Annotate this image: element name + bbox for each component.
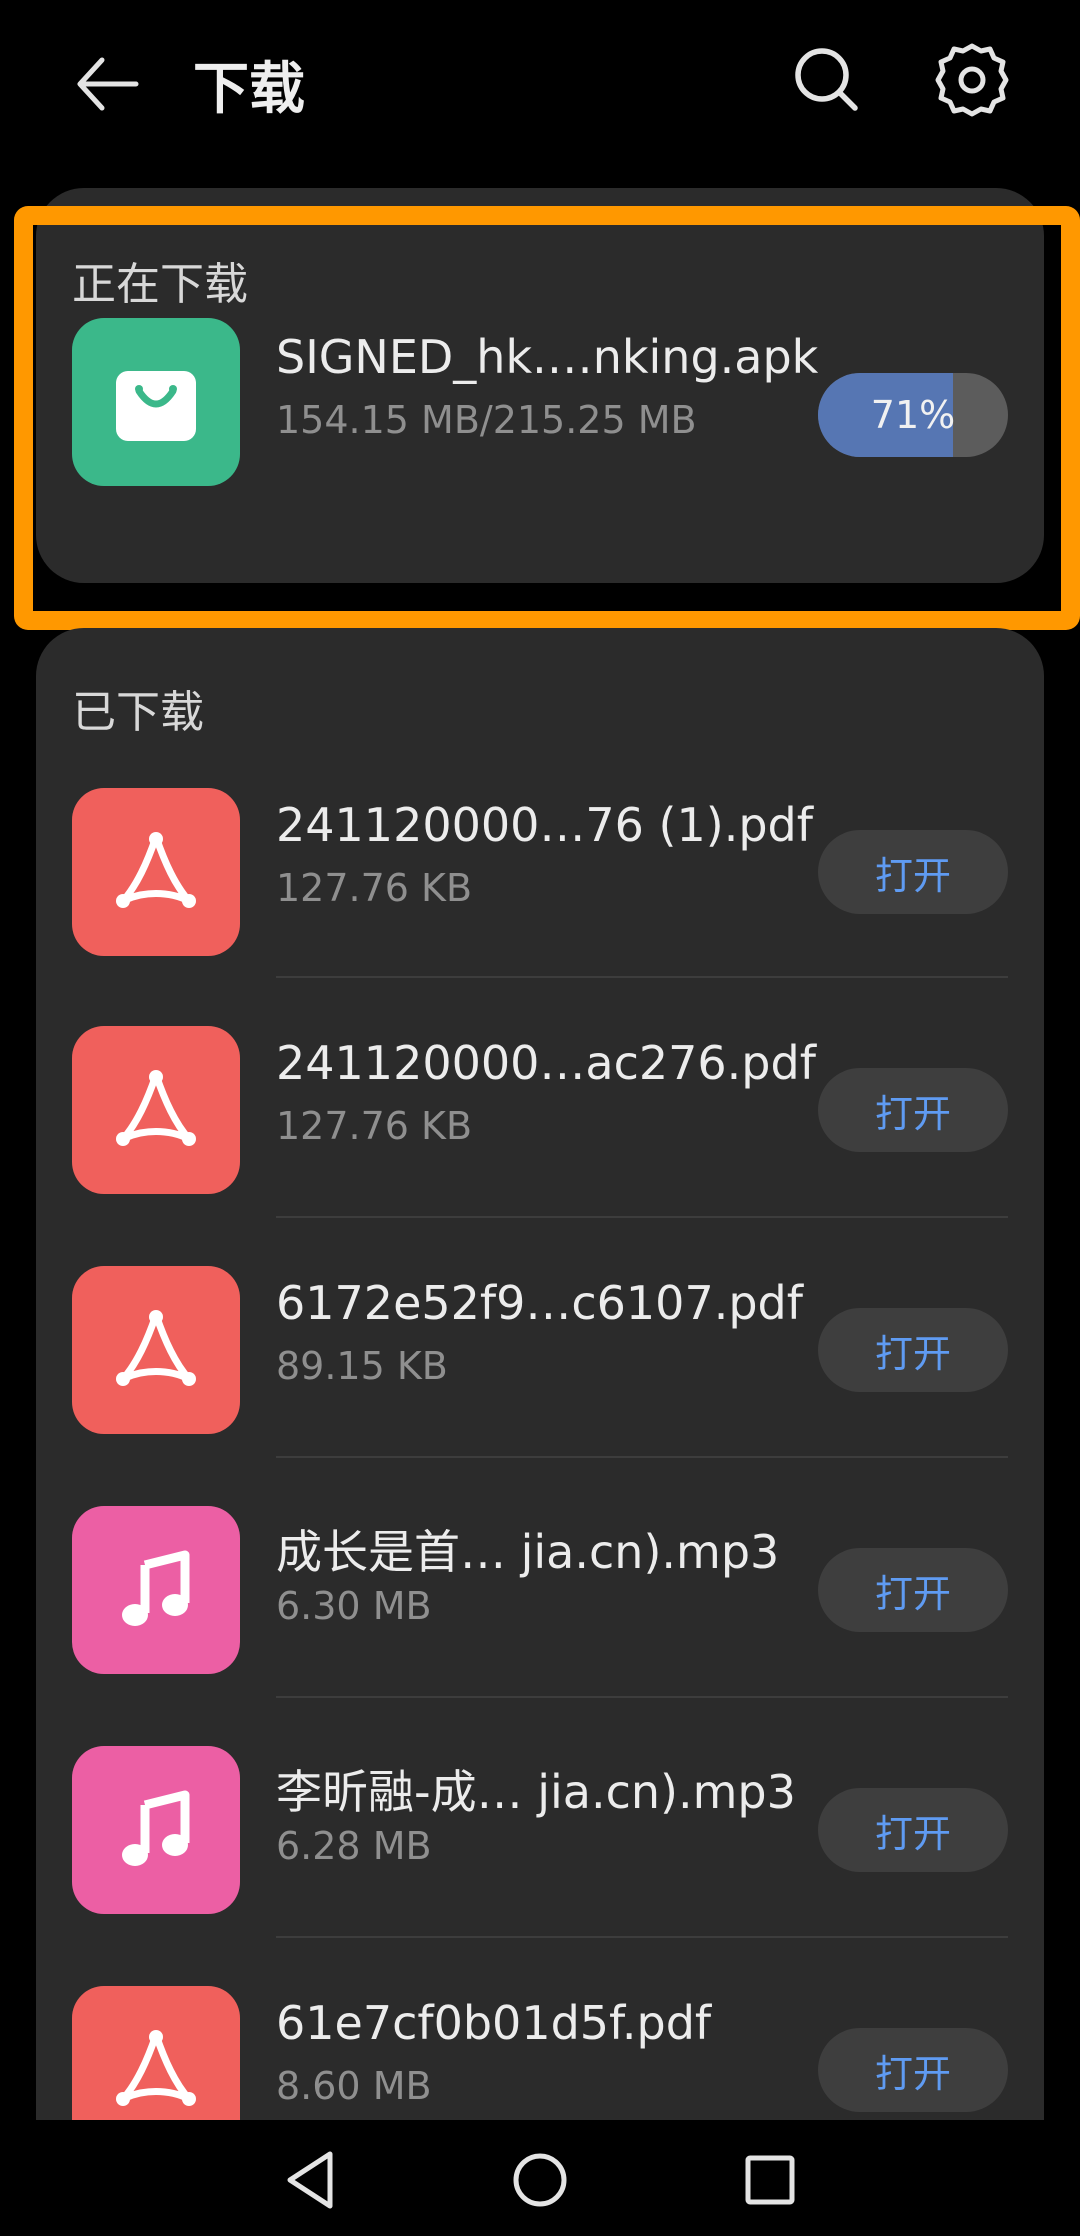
pdf-icon	[72, 1266, 240, 1434]
nav-recent-square-icon[interactable]	[730, 2140, 810, 2220]
search-icon[interactable]	[787, 40, 867, 120]
file-size: 89.15 KB	[276, 1344, 448, 1388]
file-size: 154.15 MB/215.25 MB	[276, 398, 697, 442]
list-item[interactable]: 241120000…ac276.pdf 127.76 KB 打开	[36, 978, 1044, 1218]
file-size: 8.60 MB	[276, 2064, 432, 2108]
downloads-screen: 下载 正在下载 SIGNED_hk.…nking.apk 154.15 MB/2…	[0, 0, 1080, 2236]
open-button[interactable]: 打开	[818, 1308, 1008, 1392]
list-item[interactable]: 成长是首… jia.cn).mp3 6.30 MB 打开	[36, 1458, 1044, 1698]
open-button[interactable]: 打开	[818, 1068, 1008, 1152]
downloading-item[interactable]: SIGNED_hk.…nking.apk 154.15 MB/215.25 MB…	[36, 298, 1044, 538]
downloading-section: 正在下载 SIGNED_hk.…nking.apk 154.15 MB/215.…	[36, 188, 1044, 583]
app-header: 下载	[0, 0, 1080, 170]
file-name: 241120000…76 (1).pdf	[276, 798, 813, 852]
music-note-icon	[72, 1746, 240, 1914]
arrow-left-icon[interactable]	[70, 46, 146, 122]
open-button[interactable]: 打开	[818, 1788, 1008, 1872]
list-item[interactable]: 241120000…76 (1).pdf 127.76 KB 打开	[36, 738, 1044, 978]
file-size: 6.30 MB	[276, 1584, 432, 1628]
nav-home-circle-icon[interactable]	[500, 2140, 580, 2220]
list-item[interactable]: 6172e52f9…c6107.pdf 89.15 KB 打开	[36, 1218, 1044, 1458]
file-size: 127.76 KB	[276, 866, 473, 910]
file-name: 61e7cf0b01d5f.pdf	[276, 1996, 712, 2050]
file-name: 6172e52f9…c6107.pdf	[276, 1276, 803, 1330]
shopping-bag-icon	[72, 318, 240, 486]
file-name: SIGNED_hk.…nking.apk	[276, 330, 819, 384]
pdf-icon	[72, 1026, 240, 1194]
downloaded-section: 已下载 241120000…76 (1).pdf 127.76 KB 打开 24…	[36, 628, 1044, 2128]
file-name: 241120000…ac276.pdf	[276, 1036, 816, 1090]
nav-back-triangle-icon[interactable]	[272, 2140, 352, 2220]
pdf-icon	[72, 1986, 240, 2128]
system-navbar	[0, 2120, 1080, 2236]
music-note-icon	[72, 1506, 240, 1674]
page-title: 下载	[193, 57, 305, 122]
section-title-downloaded: 已下载	[72, 687, 204, 738]
file-size: 127.76 KB	[276, 1104, 473, 1148]
pdf-icon	[72, 788, 240, 956]
file-name: 李昕融-成… jia.cn).mp3	[276, 1765, 796, 1819]
file-name: 成长是首… jia.cn).mp3	[276, 1525, 780, 1579]
open-button[interactable]: 打开	[818, 1548, 1008, 1632]
open-button[interactable]: 打开	[818, 830, 1008, 914]
list-item[interactable]: 李昕融-成… jia.cn).mp3 6.28 MB 打开	[36, 1698, 1044, 1938]
progress-label: 71%	[870, 393, 956, 437]
gear-icon[interactable]	[932, 40, 1012, 120]
file-size: 6.28 MB	[276, 1824, 432, 1868]
list-item[interactable]: 61e7cf0b01d5f.pdf 8.60 MB 打开	[36, 1938, 1044, 2128]
download-progress-button[interactable]: 71%	[818, 373, 1008, 457]
open-button[interactable]: 打开	[818, 2028, 1008, 2112]
